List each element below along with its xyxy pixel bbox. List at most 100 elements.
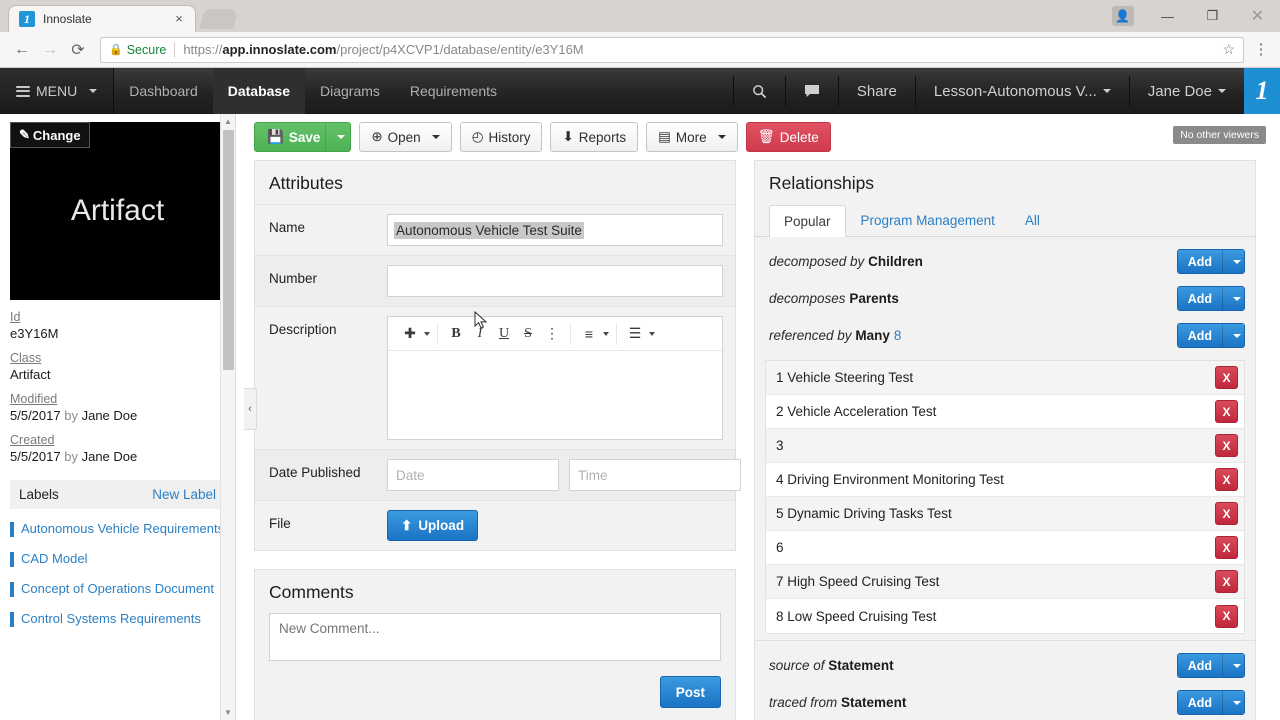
chat-icon[interactable]: [786, 68, 838, 114]
align-icon[interactable]: ≡: [578, 322, 600, 346]
new-tab-button[interactable]: [199, 9, 239, 29]
sidebar-scrollbar[interactable]: ▲ ▼: [220, 114, 235, 720]
chevron-down-icon[interactable]: [1222, 287, 1244, 310]
remove-button[interactable]: X: [1215, 434, 1238, 457]
chevron-down-icon[interactable]: [1222, 324, 1244, 347]
list-item[interactable]: CAD Model: [10, 550, 225, 569]
list-icon[interactable]: ☰: [624, 322, 646, 346]
remove-button[interactable]: X: [1215, 536, 1238, 559]
reports-button[interactable]: ⬇ Reports: [550, 122, 639, 152]
remove-button[interactable]: X: [1215, 570, 1238, 593]
list-item[interactable]: 1 Vehicle Steering Test X: [766, 361, 1244, 395]
save-button[interactable]: 💾 Save: [254, 122, 334, 152]
list-item[interactable]: Concept of Operations Document: [10, 580, 225, 599]
delete-button[interactable]: 🗑 Delete: [745, 122, 831, 152]
main-menu-button[interactable]: MENU: [0, 68, 115, 114]
user-menu[interactable]: Jane Doe: [1130, 68, 1244, 114]
share-button[interactable]: Share: [839, 68, 915, 114]
scrollbar-thumb[interactable]: [223, 130, 234, 370]
plus-icon[interactable]: ✚: [399, 322, 421, 346]
add-label: Add: [1177, 287, 1222, 310]
object: Statement: [828, 658, 894, 673]
open-button[interactable]: ⊕ Open: [359, 122, 452, 152]
search-icon[interactable]: [734, 68, 785, 114]
add-button[interactable]: Add: [1176, 690, 1245, 715]
add-button[interactable]: Add: [1176, 323, 1245, 348]
save-dropdown-button[interactable]: [325, 122, 352, 152]
comments-card: Comments Post: [254, 569, 736, 720]
add-button[interactable]: Add: [1176, 286, 1245, 311]
history-button[interactable]: ◴ History: [459, 122, 543, 152]
list-item[interactable]: 7 High Speed Cruising Test X: [766, 565, 1244, 599]
description-input[interactable]: [388, 351, 722, 439]
tab-popular[interactable]: Popular: [769, 205, 846, 237]
strikethrough-icon[interactable]: S: [517, 322, 539, 346]
post-comment-button[interactable]: Post: [659, 676, 721, 708]
list-item[interactable]: 2 Vehicle Acceleration Test X: [766, 395, 1244, 429]
scroll-up-icon[interactable]: ▲: [221, 114, 235, 129]
list-item[interactable]: Control Systems Requirements: [10, 610, 225, 629]
browser-menu-icon[interactable]: ⋮: [1250, 42, 1272, 57]
time-input[interactable]: [569, 459, 741, 491]
remove-button[interactable]: X: [1215, 604, 1238, 628]
italic-icon[interactable]: I: [469, 322, 491, 346]
bookmark-star-icon[interactable]: ☆: [1222, 41, 1235, 58]
url-text: https://app.innoslate.com/project/p4XCVP…: [183, 42, 583, 57]
add-button[interactable]: Add: [1176, 249, 1245, 274]
chevron-down-icon[interactable]: [1222, 654, 1244, 677]
more-options-icon[interactable]: ⋮: [541, 322, 563, 346]
browser-tab[interactable]: 1 Innoslate ×: [8, 5, 196, 32]
chevron-down-icon[interactable]: [424, 331, 430, 336]
sidebar-collapse-handle[interactable]: ‹: [244, 388, 257, 430]
underline-icon[interactable]: U: [493, 322, 515, 346]
remove-button[interactable]: X: [1215, 400, 1238, 423]
label-color-bar: [10, 551, 14, 567]
project-selector[interactable]: Lesson-Autonomous V...: [916, 68, 1129, 114]
forward-icon[interactable]: →: [36, 36, 64, 64]
chevron-down-icon: [1218, 89, 1226, 93]
list-item[interactable]: 5 Dynamic Driving Tasks Test X: [766, 497, 1244, 531]
new-comment-input[interactable]: [269, 613, 721, 661]
meta-value-id: e3Y16M: [10, 326, 59, 341]
list-item[interactable]: 4 Driving Environment Monitoring Test X: [766, 463, 1244, 497]
number-input[interactable]: [387, 265, 723, 297]
remove-button[interactable]: X: [1215, 468, 1238, 491]
item-label: 2 Vehicle Acceleration Test: [776, 404, 937, 419]
list-item[interactable]: 3X: [766, 429, 1244, 463]
add-button[interactable]: Add: [1176, 653, 1245, 678]
remove-button[interactable]: X: [1215, 366, 1238, 389]
nav-item-database[interactable]: Database: [212, 68, 305, 114]
chevron-down-icon[interactable]: [1222, 691, 1244, 714]
list-item[interactable]: 6X: [766, 531, 1244, 565]
list-item[interactable]: 8 Low Speed Cruising Test X: [766, 599, 1244, 633]
address-bar[interactable]: 🔒 Secure https://app.innoslate.com/proje…: [100, 36, 1244, 63]
more-button[interactable]: ▤ More: [646, 122, 738, 152]
chevron-down-icon[interactable]: [1222, 250, 1244, 273]
chevron-down-icon[interactable]: [603, 331, 609, 336]
chevron-down-icon[interactable]: [649, 331, 655, 336]
maximize-icon[interactable]: ❐: [1190, 0, 1235, 32]
bold-icon[interactable]: B: [445, 322, 467, 346]
new-label-link[interactable]: New Label: [152, 487, 216, 502]
nav-item-dashboard[interactable]: Dashboard: [114, 68, 213, 114]
back-icon[interactable]: ←: [8, 36, 36, 64]
minimize-icon[interactable]: —: [1145, 0, 1190, 32]
name-input[interactable]: Autonomous Vehicle Test Suite: [387, 214, 723, 246]
date-field-wrap: [387, 459, 753, 491]
close-icon[interactable]: ×: [171, 11, 187, 27]
innoslate-brand-icon[interactable]: 1: [1244, 68, 1280, 114]
nav-item-requirements[interactable]: Requirements: [395, 68, 512, 114]
change-image-button[interactable]: ✎ Change: [10, 122, 90, 148]
upload-button[interactable]: ⬆ Upload: [387, 510, 479, 541]
remove-button[interactable]: X: [1215, 502, 1238, 525]
reload-icon[interactable]: ⟳: [64, 36, 92, 64]
list-item[interactable]: Autonomous Vehicle Requirements: [10, 520, 225, 539]
scroll-down-icon[interactable]: ▼: [221, 705, 235, 720]
date-input[interactable]: [387, 459, 559, 491]
editor-group-format: B I U S ⋮: [438, 322, 571, 346]
window-close-icon[interactable]: ✕: [1235, 0, 1280, 32]
profile-avatar-icon[interactable]: 👤: [1100, 0, 1145, 32]
nav-item-diagrams[interactable]: Diagrams: [305, 68, 395, 114]
tab-program-management[interactable]: Program Management: [846, 204, 1010, 236]
tab-all[interactable]: All: [1010, 204, 1055, 236]
